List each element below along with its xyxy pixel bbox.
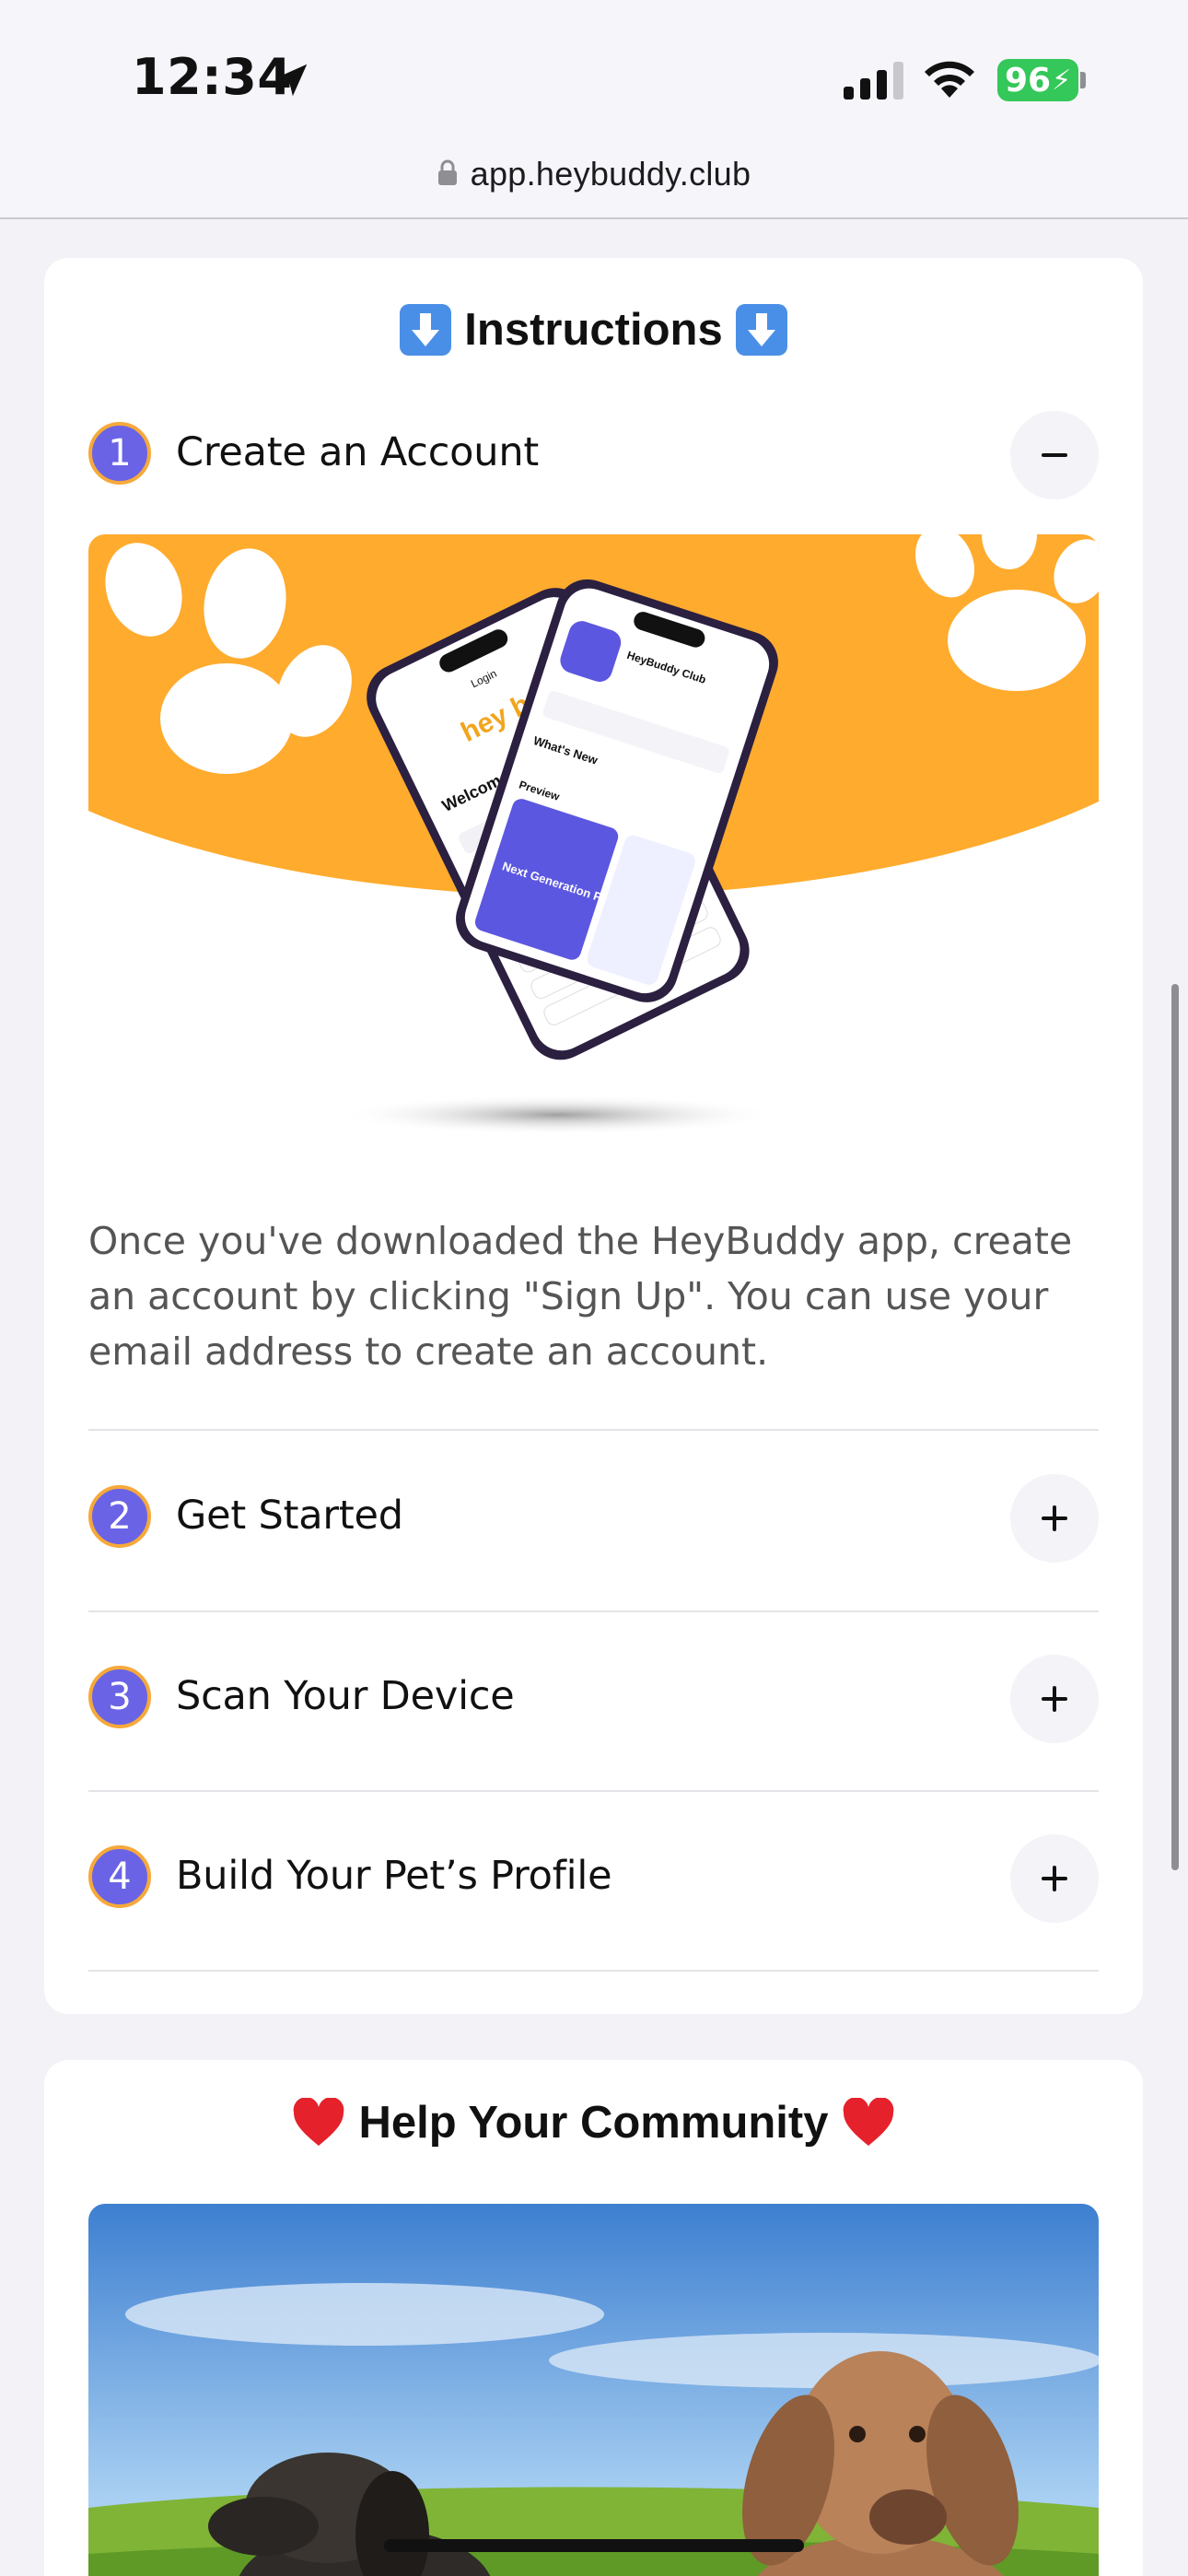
community-title: Help Your Community <box>358 2098 829 2148</box>
plus-icon <box>1042 1686 1067 1712</box>
accordion-title[interactable]: Scan Your Device <box>176 1673 515 1719</box>
step-number-badge: 1 <box>88 422 151 485</box>
expand-button[interactable] <box>1010 1834 1099 1923</box>
community-heading: Help Your Community <box>44 2097 1143 2149</box>
accordion-item-pet-profile[interactable]: 4 Build Your Pet’s Profile <box>88 1834 1099 1926</box>
plus-icon <box>1042 1505 1067 1531</box>
red-heart-emoji-icon <box>294 2098 344 2146</box>
instructions-title: Instructions <box>464 305 723 355</box>
collapse-button[interactable] <box>1010 411 1099 499</box>
charging-bolt-icon: ⚡ <box>1052 64 1072 97</box>
divider <box>88 1429 1099 1431</box>
plus-icon <box>1042 1866 1067 1891</box>
status-bar: 12:34 96 ⚡ <box>0 0 1188 147</box>
community-dogs-photo <box>88 2204 1099 2576</box>
expand-button[interactable] <box>1010 1655 1099 1743</box>
expand-button[interactable] <box>1010 1474 1099 1563</box>
address-bar[interactable]: app.heybuddy.club <box>0 147 1188 219</box>
phones-illustration: Login hey buddy Welcome HeyBuddy Club Wh… <box>88 534 1099 1135</box>
down-arrow-emoji-icon <box>735 304 787 356</box>
divider <box>88 1970 1099 1972</box>
home-indicator[interactable] <box>384 2539 804 2552</box>
accordion-item-get-started[interactable]: 2 Get Started <box>88 1474 1099 1566</box>
accordion-title[interactable]: Build Your Pet’s Profile <box>176 1853 612 1899</box>
step-description: Once you've downloaded the HeyBuddy app,… <box>88 1219 1073 1374</box>
minus-icon <box>1042 453 1067 457</box>
location-arrow-icon <box>274 64 308 97</box>
instructions-heading: Instructions <box>44 304 1143 356</box>
cellular-signal-icon <box>844 62 903 100</box>
url-text[interactable]: app.heybuddy.club <box>471 155 751 193</box>
battery-icon: 96 ⚡ <box>997 59 1078 101</box>
lock-icon <box>437 159 457 185</box>
accordion-title[interactable]: Create an Account <box>176 429 539 475</box>
divider <box>88 1790 1099 1792</box>
create-account-illustration: Login hey buddy Welcome HeyBuddy Club Wh… <box>88 534 1099 1142</box>
step-number-badge: 2 <box>88 1485 151 1548</box>
instructions-card: Instructions 1 Create an Account Login W… <box>44 258 1143 2014</box>
status-time: 12:34 <box>132 48 293 106</box>
step-number-badge: 4 <box>88 1845 151 1908</box>
scrollbar[interactable] <box>1171 984 1179 1870</box>
red-heart-emoji-icon <box>843 2098 893 2146</box>
battery-percent: 96 <box>1005 61 1052 100</box>
wifi-icon <box>925 61 974 98</box>
divider <box>88 1610 1099 1612</box>
battery-cap <box>1080 72 1086 88</box>
community-card: Help Your Community <box>44 2060 1143 2576</box>
down-arrow-emoji-icon <box>400 304 452 356</box>
accordion-item-scan-device[interactable]: 3 Scan Your Device <box>88 1655 1099 1747</box>
accordion-title[interactable]: Get Started <box>176 1493 403 1539</box>
accordion-item-create-account[interactable]: 1 Create an Account <box>88 411 1099 503</box>
step-number-badge: 3 <box>88 1666 151 1728</box>
dogs-illustration <box>88 2204 1099 2576</box>
